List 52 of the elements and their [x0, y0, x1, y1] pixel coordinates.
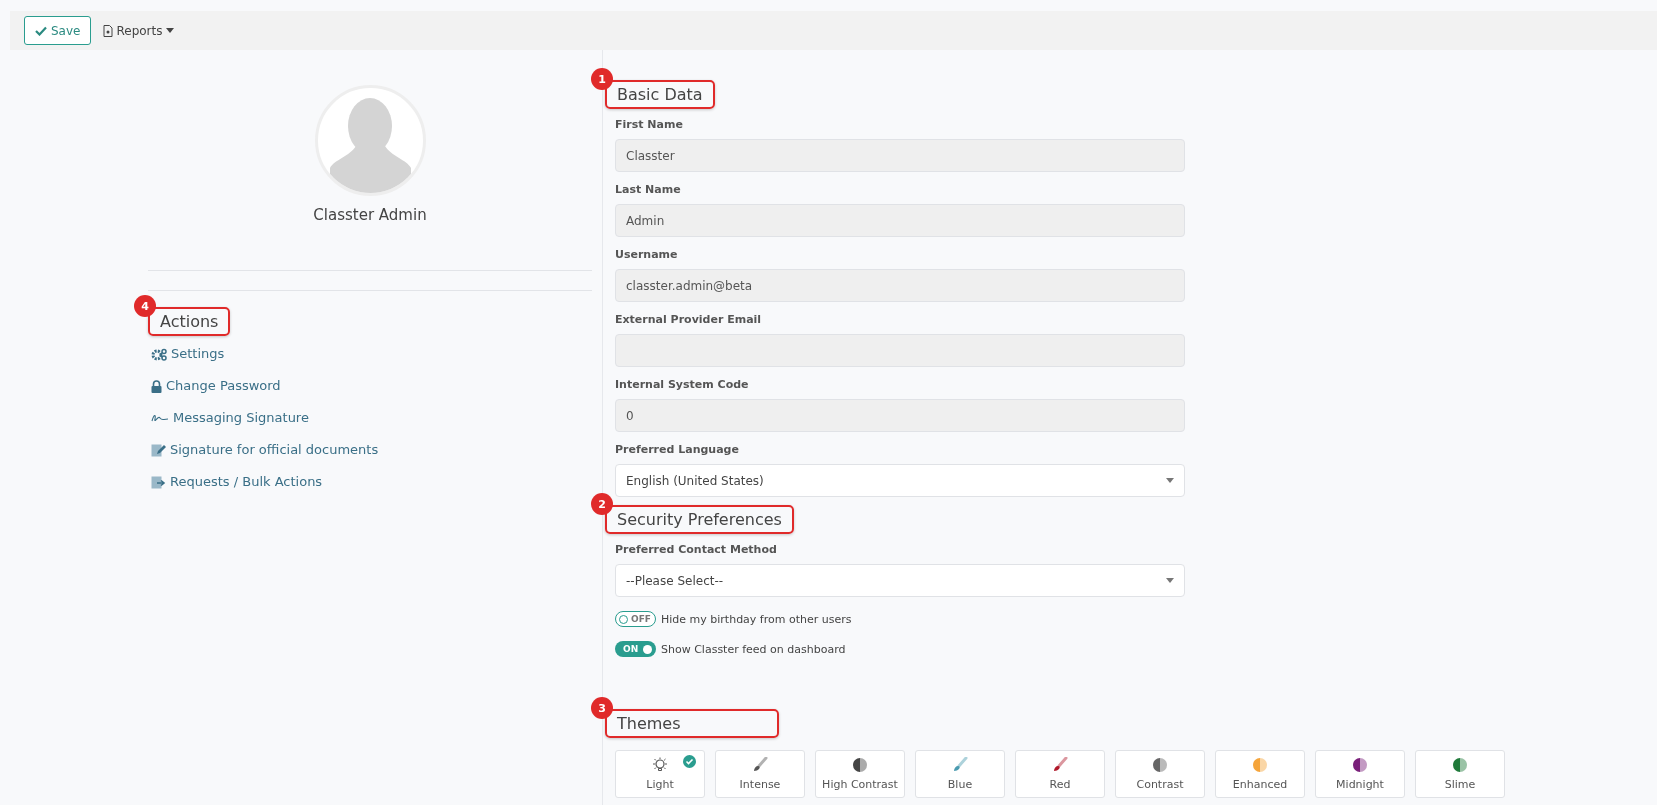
select-field[interactable]: English (United States) [615, 464, 1185, 497]
action-link[interactable]: Change Password [151, 376, 592, 396]
paintbrush-icon [752, 757, 768, 773]
toggle-label: Hide my birthday from other users [661, 612, 852, 626]
lock-icon [151, 379, 162, 393]
action-link[interactable]: Signature for official documents [151, 440, 592, 460]
theme-option[interactable]: Light [615, 750, 705, 798]
field-label: Username [615, 247, 679, 263]
caret-icon [165, 28, 174, 33]
paintbrush-icon [952, 757, 968, 773]
action-link[interactable]: Messaging Signature [151, 408, 592, 428]
caret-icon [1166, 478, 1174, 483]
toggle-label: Show Classter feed on dashboard [661, 642, 846, 656]
field-label: Last Name [615, 182, 682, 198]
callout-badge: 1 [591, 68, 613, 90]
field-label: First Name [615, 117, 684, 133]
theme-option[interactable]: Midnight [1315, 750, 1405, 798]
action-link[interactable]: Settings [151, 344, 592, 364]
theme-option[interactable]: Contrast [1115, 750, 1205, 798]
document-pencil-icon [151, 443, 166, 457]
save-button[interactable]: Save [24, 16, 92, 45]
profile-name: Classter Admin [313, 206, 427, 224]
signature-icon [151, 413, 169, 423]
half-circle-icon [1352, 757, 1368, 773]
half-circle-icon [1252, 757, 1268, 773]
half-circle-icon [1152, 757, 1168, 773]
callout-badge: 2 [591, 493, 613, 515]
half-circle-icon [1452, 757, 1468, 773]
theme-option[interactable]: Red [1015, 750, 1105, 798]
gears-icon [151, 347, 167, 361]
theme-option[interactable]: High Contrast [815, 750, 905, 798]
theme-option[interactable]: Enhanced [1215, 750, 1305, 798]
action-link[interactable]: Requests / Bulk Actions [151, 472, 592, 492]
field-label: Internal System Code [615, 377, 750, 393]
field-label: External Provider Email [615, 312, 763, 328]
reports-dropdown[interactable]: Reports [103, 23, 174, 38]
select-field[interactable]: --Please Select-- [615, 564, 1185, 597]
paintbrush-icon [1052, 757, 1068, 773]
theme-option[interactable]: Slime [1415, 750, 1505, 798]
toggle-switch[interactable]: OFF [615, 611, 656, 627]
callout-badge: 4 [134, 295, 156, 317]
theme-option[interactable]: Blue [915, 750, 1005, 798]
checkmark-icon [35, 25, 47, 36]
half-circle-icon [852, 757, 868, 773]
field-label: Preferred Language [615, 442, 740, 458]
document-arrow-icon [151, 475, 166, 489]
callout-badge: 3 [591, 697, 613, 719]
document-icon [103, 24, 114, 37]
caret-icon [1166, 578, 1174, 583]
theme-option[interactable]: Intense [715, 750, 805, 798]
field-label: Preferred Contact Method [615, 542, 778, 558]
check-circle-icon [683, 755, 696, 768]
